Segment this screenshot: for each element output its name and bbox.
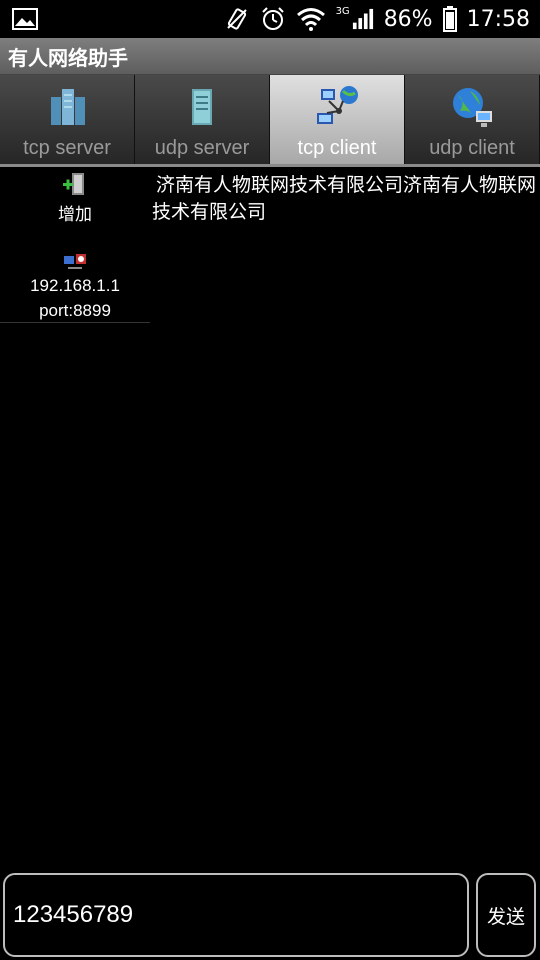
battery-icon: [442, 6, 457, 32]
connection-list: 增加 192.168.1.1 port:8899: [0, 168, 150, 328]
app-root: 3G 86% 17:58 有人网络助手 tcp server udp serve…: [0, 0, 540, 960]
connection-icon: [64, 254, 86, 269]
connection-port: port:8899: [39, 301, 111, 320]
tab-label: udp client: [429, 137, 515, 159]
received-text: 济南有人物联网技术有限公司济南有人物联网技术有限公司: [152, 174, 537, 223]
tab-udp-client[interactable]: udp client: [405, 75, 540, 164]
wifi-icon: [296, 8, 325, 31]
tab-label: tcp server: [23, 137, 111, 159]
tab-udp-server[interactable]: udp server: [135, 75, 270, 164]
server-tower-icon: [51, 89, 85, 125]
status-icons: 3G 86% 17:58: [224, 0, 530, 38]
gallery-icon: [12, 8, 38, 30]
vibrate-icon: [226, 8, 247, 30]
list-item-connection[interactable]: 192.168.1.1 port:8899: [0, 246, 150, 323]
tab-bar: tcp server udp server tcp client udp cli…: [0, 75, 540, 167]
network-type: 3G: [335, 5, 350, 17]
tab-label: tcp client: [297, 137, 377, 159]
status-bar: 3G 86% 17:58: [0, 0, 540, 38]
alarm-icon: [261, 7, 284, 30]
battery-percent: 86%: [383, 6, 433, 32]
clock: 17:58: [466, 6, 530, 32]
send-button[interactable]: 发送: [476, 873, 536, 957]
app-title-bar: 有人网络助手: [0, 38, 540, 75]
server-cabinet-icon: [192, 89, 212, 125]
tab-label: udp server: [154, 137, 250, 159]
send-bar: 发送: [0, 870, 540, 960]
globe-computer-icon: [453, 88, 492, 127]
add-connection-button[interactable]: 增加: [0, 168, 150, 232]
app-title: 有人网络助手: [8, 46, 128, 70]
tab-tcp-client[interactable]: tcp client: [270, 75, 405, 164]
tab-tcp-server[interactable]: tcp server: [0, 75, 135, 164]
connection-ip: 192.168.1.1: [30, 276, 120, 295]
send-input[interactable]: [3, 873, 469, 957]
add-label: 增加: [58, 205, 92, 225]
network-computers-icon: [317, 86, 358, 124]
signal-icon: [352, 8, 373, 30]
add-server-icon: [63, 173, 84, 195]
